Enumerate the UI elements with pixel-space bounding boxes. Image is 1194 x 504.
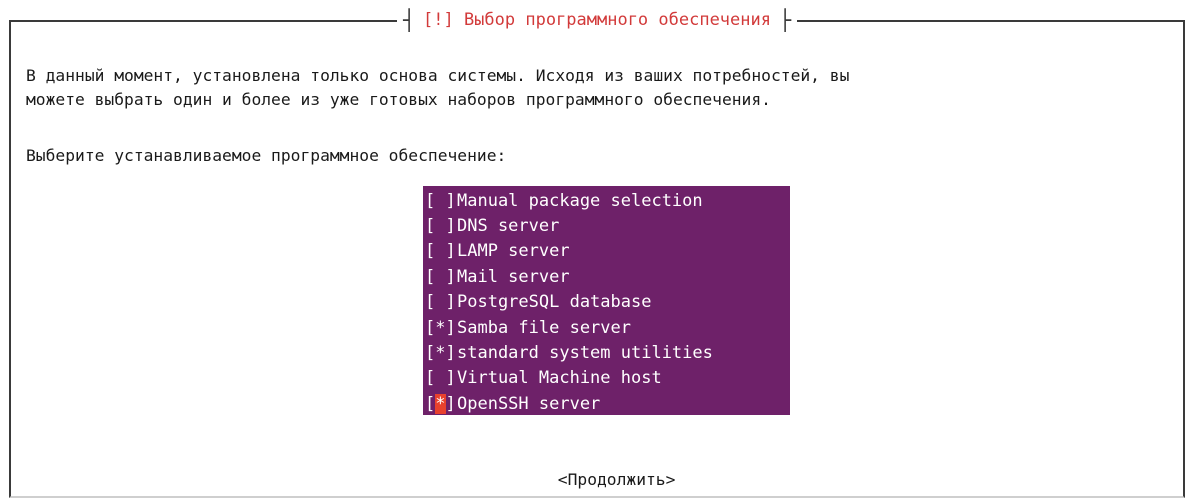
checkbox[interactable]: [ ] <box>423 368 456 388</box>
dialog-title: [!] Выбор программного обеспечения <box>423 10 771 30</box>
checkbox-checked[interactable]: [*] <box>423 343 456 363</box>
description-line-2: можете выбрать один и более из уже готов… <box>26 90 771 109</box>
package-label: Manual package selection <box>457 190 703 211</box>
package-item-virtual-machine-host[interactable]: [ ] Virtual Machine host <box>423 366 790 391</box>
package-item-postgresql-database[interactable]: [ ] PostgreSQL database <box>423 290 790 315</box>
checkbox[interactable]: [ ] <box>423 292 456 312</box>
cursor-mark: * <box>435 393 446 414</box>
package-item-samba-file-server[interactable]: [*] Samba file server <box>423 315 790 340</box>
package-item-lamp-server[interactable]: [ ] LAMP server <box>423 239 790 264</box>
package-label: LAMP server <box>457 241 570 262</box>
package-item-manual-package-selection[interactable]: [ ] Manual package selection <box>423 188 790 213</box>
package-label: Virtual Machine host <box>457 368 662 389</box>
description-line-1: В данный момент, установлена только осно… <box>26 66 850 85</box>
checkbox[interactable]: [ ] <box>423 267 456 287</box>
checkbox[interactable]: [ ] <box>423 216 456 236</box>
title-right-connector-icon: ├ <box>779 8 792 32</box>
package-item-openssh-server[interactable]: [*] OpenSSH server <box>423 391 790 416</box>
package-item-dns-server[interactable]: [ ] DNS server <box>423 213 790 238</box>
checkbox-checked-focused[interactable]: [*] <box>423 393 456 414</box>
package-label: DNS server <box>457 216 560 237</box>
continue-button[interactable]: <Продолжить> <box>556 470 678 489</box>
dialog-description: В данный момент, установлена только осно… <box>26 64 849 112</box>
continue-row: <Продолжить> <box>0 444 1194 504</box>
checkbox[interactable]: [ ] <box>423 241 456 261</box>
package-label: standard system utilities <box>457 343 713 364</box>
selection-prompt: Выберите устанавливаемое программное обе… <box>26 146 507 165</box>
checkbox-checked[interactable]: [*] <box>423 318 456 338</box>
checkbox[interactable]: [ ] <box>423 191 456 211</box>
package-label: OpenSSH server <box>457 393 601 414</box>
package-label: Mail server <box>457 266 570 287</box>
package-item-standard-system-utilities[interactable]: [*] standard system utilities <box>423 340 790 365</box>
package-label: Samba file server <box>457 317 631 338</box>
installer-screen: ┤ [!] Выбор программного обеспечения ├ В… <box>0 0 1194 504</box>
package-checklist[interactable]: [ ] Manual package selection [ ] DNS ser… <box>423 186 790 415</box>
package-item-mail-server[interactable]: [ ] Mail server <box>423 264 790 289</box>
dialog-title-bar: ┤ [!] Выбор программного обеспечения ├ <box>396 8 798 32</box>
package-label: PostgreSQL database <box>457 292 652 313</box>
title-left-connector-icon: ┤ <box>402 8 415 32</box>
